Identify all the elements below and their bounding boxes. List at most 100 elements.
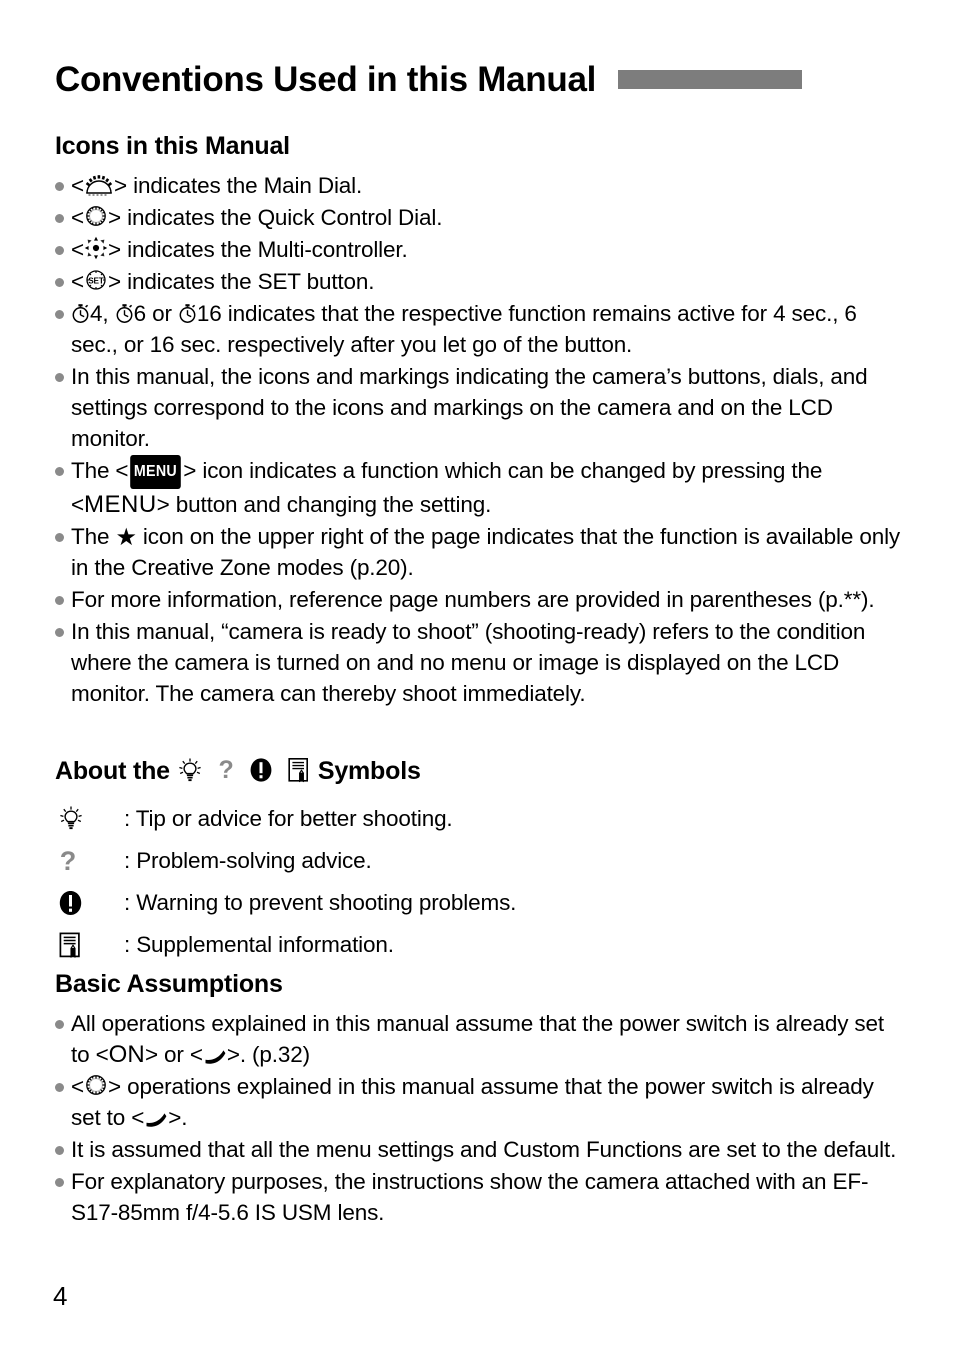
page-header: Conventions Used in this Manual [55, 62, 900, 97]
list-item-label: For explanatory purposes, the instructio… [71, 1169, 869, 1225]
question-mark-icon: ? [217, 756, 235, 788]
text-mid: > operations explained in this manual as… [71, 1074, 874, 1130]
timer-separator: or [152, 301, 172, 326]
timer-icon [115, 302, 134, 324]
tip-bulb-icon [177, 757, 203, 788]
list-item: It is assumed that all the menu settings… [55, 1134, 905, 1165]
list-item: In this manual, “camera is ready to shoo… [55, 616, 905, 709]
list-item-label: In this manual, “camera is ready to shoo… [71, 619, 866, 706]
list-item: : Supplemental information. [58, 929, 908, 971]
warning-icon [58, 887, 124, 919]
bullet-text: < > indicates the Main Dial. [71, 170, 905, 201]
section-heading-symbols: About the? Symbols [55, 756, 421, 788]
svg-text:SET: SET [88, 276, 104, 285]
bullet-text: The ★ icon on the upper right of the pag… [71, 521, 905, 583]
angle-close: > [108, 237, 121, 262]
timer-separator: , [102, 301, 109, 326]
bullet-text: 4, 6 or 16 indicates that the respective… [71, 298, 905, 360]
angle-open: < [71, 237, 84, 262]
bullet-text: < > indicates the Multi-controller. [71, 234, 905, 265]
list-item: < > indicates the Quick Control Dial. [55, 202, 905, 233]
text-mid: > or < [144, 1042, 203, 1067]
question-mark-icon: ? [58, 845, 124, 877]
angle-close: > [108, 269, 121, 294]
angle-open: < [71, 1074, 84, 1099]
heading-suffix: Symbols [317, 757, 421, 785]
main-dial-icon [84, 174, 114, 196]
header-accent-bar [618, 70, 803, 89]
star-icon: ★ [115, 524, 137, 551]
list-item: < SET > indicates the SET button. [55, 266, 905, 297]
list-item-label: In this manual, the icons and markings i… [71, 364, 868, 451]
list-item: All operations explained in this manual … [55, 1008, 905, 1070]
bullet-dot [55, 1020, 64, 1029]
bullet-dot [55, 1083, 64, 1092]
timer-icon [178, 302, 197, 324]
bullet-dot [55, 533, 64, 542]
list-item-label: For more information, reference page num… [71, 587, 875, 612]
list-item: The ★ icon on the upper right of the pag… [55, 521, 905, 583]
text-lead: The < [71, 458, 129, 483]
list-item: : Warning to prevent shooting problems. [58, 887, 908, 929]
note-icon [58, 929, 124, 961]
bullet-dot [55, 373, 64, 382]
list-item: 4, 6 or 16 indicates that the respective… [55, 298, 905, 360]
bullet-dot [55, 310, 64, 319]
svg-text:?: ? [60, 847, 77, 875]
list-item: < > indicates the Main Dial. [55, 170, 905, 201]
bullet-dot [55, 246, 64, 255]
bullet-dot [55, 596, 64, 605]
text-tail: icon on the upper right of the page indi… [71, 524, 901, 580]
list-item: ? : Problem-solving advice. [58, 845, 908, 887]
angle-open: < [71, 205, 84, 230]
symbol-description: : Problem-solving advice. [124, 848, 372, 873]
bullet-dot [55, 214, 64, 223]
tip-bulb-icon [58, 803, 124, 835]
timer-icon [71, 302, 90, 324]
symbol-description: : Supplemental information. [124, 932, 394, 957]
text-lead: The [71, 524, 116, 549]
bullet-dot [55, 182, 64, 191]
list-item-label: indicates the Multi-controller. [121, 237, 408, 262]
assumptions-bullet-list: All operations explained in this manual … [55, 1008, 905, 1229]
timer-value: 6 [133, 301, 147, 326]
page-title: Conventions Used in this Manual [55, 60, 597, 99]
power-on-label: ON [108, 1041, 145, 1068]
quick-control-dial-icon [84, 1073, 108, 1097]
bullet-text: All operations explained in this manual … [71, 1008, 905, 1070]
bullet-dot [55, 467, 64, 476]
section-heading-icons: Icons in this Manual [55, 132, 290, 160]
bullet-dot [55, 628, 64, 637]
set-button-icon: SET [84, 268, 108, 292]
menu-badge-icon: MENU [130, 455, 182, 489]
multi-controller-icon [84, 236, 108, 260]
quick-control-dial-icon [84, 204, 108, 228]
symbol-description: : Tip or advice for better shooting. [124, 806, 453, 831]
section-heading-assumptions: Basic Assumptions [55, 970, 283, 998]
timer-value: 4 [90, 301, 103, 326]
bullet-dot [55, 1146, 64, 1155]
text-tail: >. [168, 1105, 188, 1130]
list-item: < > operations explained in this manual a… [55, 1071, 905, 1133]
bullet-text: < > operations explained in this manual a… [71, 1071, 905, 1133]
symbol-definition-list: : Tip or advice for better shooting. ? :… [58, 803, 908, 971]
bullet-text: The < MENU > icon indicates a function whi… [71, 455, 905, 520]
list-item: < > indicates the Multi-controller. [55, 234, 905, 265]
angle-close: > [114, 173, 127, 198]
bullet-dot [55, 278, 64, 287]
heading-prefix: About the [55, 757, 170, 785]
list-item: In this manual, the icons and markings i… [55, 361, 905, 454]
manual-page: Conventions Used in this Manual Icons in… [0, 0, 954, 1345]
timer-value: 16 [196, 301, 222, 326]
list-item-label: indicates the SET button. [121, 269, 375, 294]
list-item: The < MENU > icon indicates a function whi… [55, 455, 905, 520]
symbol-description: : Warning to prevent shooting problems. [124, 890, 517, 915]
icons-bullet-list: < > indicates the Main Dial. < > indicates… [55, 170, 905, 710]
text-tail: > button and changing the setting. [156, 492, 492, 517]
bullet-text: < > indicates the Quick Control Dial. [71, 202, 905, 233]
list-item-label: It is assumed that all the menu settings… [71, 1137, 897, 1162]
text-tail: >. (p.32) [226, 1042, 310, 1067]
menu-button-label: MENU [84, 491, 157, 518]
note-icon [287, 757, 311, 788]
list-item: For explanatory purposes, the instructio… [55, 1166, 905, 1228]
